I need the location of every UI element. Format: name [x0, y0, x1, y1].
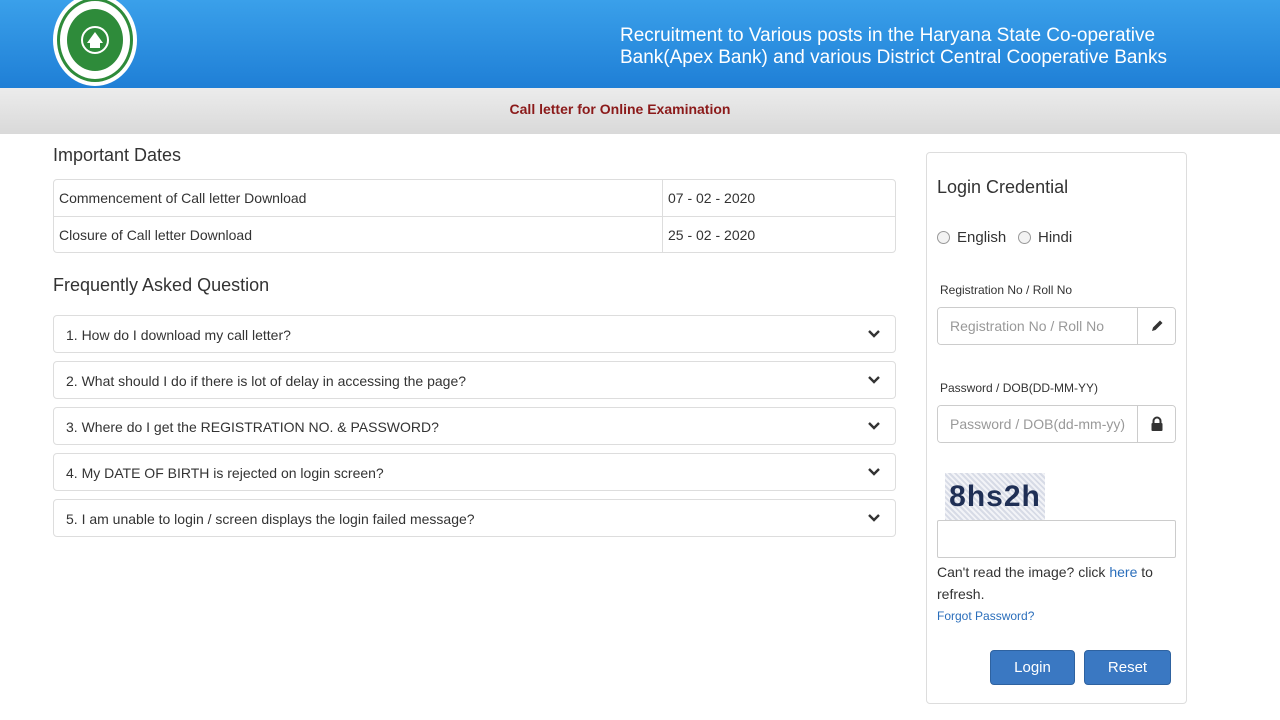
bank-logo [53, 0, 137, 86]
date-value: 25 - 02 - 2020 [668, 227, 756, 243]
faq-item-3[interactable]: 3. Where do I get the REGISTRATION NO. &… [53, 407, 896, 445]
refresh-link[interactable]: here [1109, 564, 1137, 580]
table-row: Commencement of Call letter Download 07 … [54, 180, 895, 216]
chevron-down-icon [868, 330, 880, 338]
page-header: Recruitment to Various posts in the Hary… [0, 0, 1280, 88]
important-dates-table: Commencement of Call letter Download 07 … [53, 179, 896, 253]
forgot-password-link[interactable]: Forgot Password? [937, 609, 1034, 623]
password-input-group [937, 405, 1176, 443]
login-panel: Login Credential English Hindi Registrat… [926, 152, 1187, 704]
faq-item-4[interactable]: 4. My DATE OF BIRTH is rejected on login… [53, 453, 896, 491]
date-value: 07 - 02 - 2020 [668, 190, 756, 206]
faq-question: 1. How do I download my call letter? [66, 327, 291, 343]
faq-question: 3. Where do I get the REGISTRATION NO. &… [66, 419, 439, 435]
faq-question: 5. I am unable to login / screen display… [66, 511, 475, 527]
radio-english-label: English [957, 229, 1007, 246]
radio-hindi-label: Hindi [1038, 229, 1073, 246]
chevron-down-icon [868, 514, 880, 522]
sub-header-bar: Call letter for Online Examination [0, 88, 1280, 134]
radio-english[interactable]: English [937, 229, 1006, 246]
page-title: Call letter for Online Examination [509, 101, 731, 117]
chevron-down-icon [868, 468, 880, 476]
lock-icon [1137, 406, 1175, 442]
table-row: Closure of Call letter Download 25 - 02 … [54, 216, 895, 252]
radio-circle[interactable] [937, 231, 950, 244]
captcha-input[interactable] [937, 520, 1176, 558]
radio-hindi[interactable]: Hindi [1018, 229, 1072, 246]
date-label: Commencement of Call letter Download [54, 180, 663, 216]
registration-label: Registration No / Roll No [940, 283, 1073, 297]
registration-input[interactable] [938, 308, 1137, 344]
login-title: Login Credential [937, 177, 1069, 197]
faq-list: 1. How do I download my call letter? 2. … [53, 315, 896, 545]
reset-button[interactable]: Reset [1084, 650, 1171, 685]
captcha-text: 8hs2h [949, 480, 1041, 513]
faq-heading: Frequently Asked Question [53, 275, 270, 295]
registration-input-group [937, 307, 1176, 345]
header-title-line1: Recruitment to Various posts in the Hary… [620, 25, 1156, 46]
faq-item-1[interactable]: 1. How do I download my call letter? [53, 315, 896, 353]
captcha-hint: Can't read the image? click here to refr… [937, 561, 1177, 605]
faq-question: 4. My DATE OF BIRTH is rejected on login… [66, 465, 384, 481]
chevron-down-icon [868, 422, 880, 430]
important-dates-heading: Important Dates [53, 145, 182, 165]
login-button[interactable]: Login [990, 650, 1075, 685]
header-title: Recruitment to Various posts in the Hary… [620, 25, 1180, 69]
faq-item-2[interactable]: 2. What should I do if there is lot of d… [53, 361, 896, 399]
password-input[interactable] [938, 406, 1137, 442]
pencil-icon [1137, 308, 1175, 344]
faq-question: 2. What should I do if there is lot of d… [66, 373, 467, 389]
captcha-image: 8hs2h [945, 473, 1045, 521]
radio-circle[interactable] [1018, 231, 1031, 244]
faq-item-5[interactable]: 5. I am unable to login / screen display… [53, 499, 896, 537]
chevron-down-icon [868, 376, 880, 384]
header-title-line2: Bank(Apex Bank) and various District Cen… [620, 47, 1168, 68]
password-label: Password / DOB(DD-MM-YY) [940, 381, 1099, 395]
hint-prefix: Can't read the image? click [937, 564, 1110, 580]
date-label: Closure of Call letter Download [54, 217, 663, 252]
